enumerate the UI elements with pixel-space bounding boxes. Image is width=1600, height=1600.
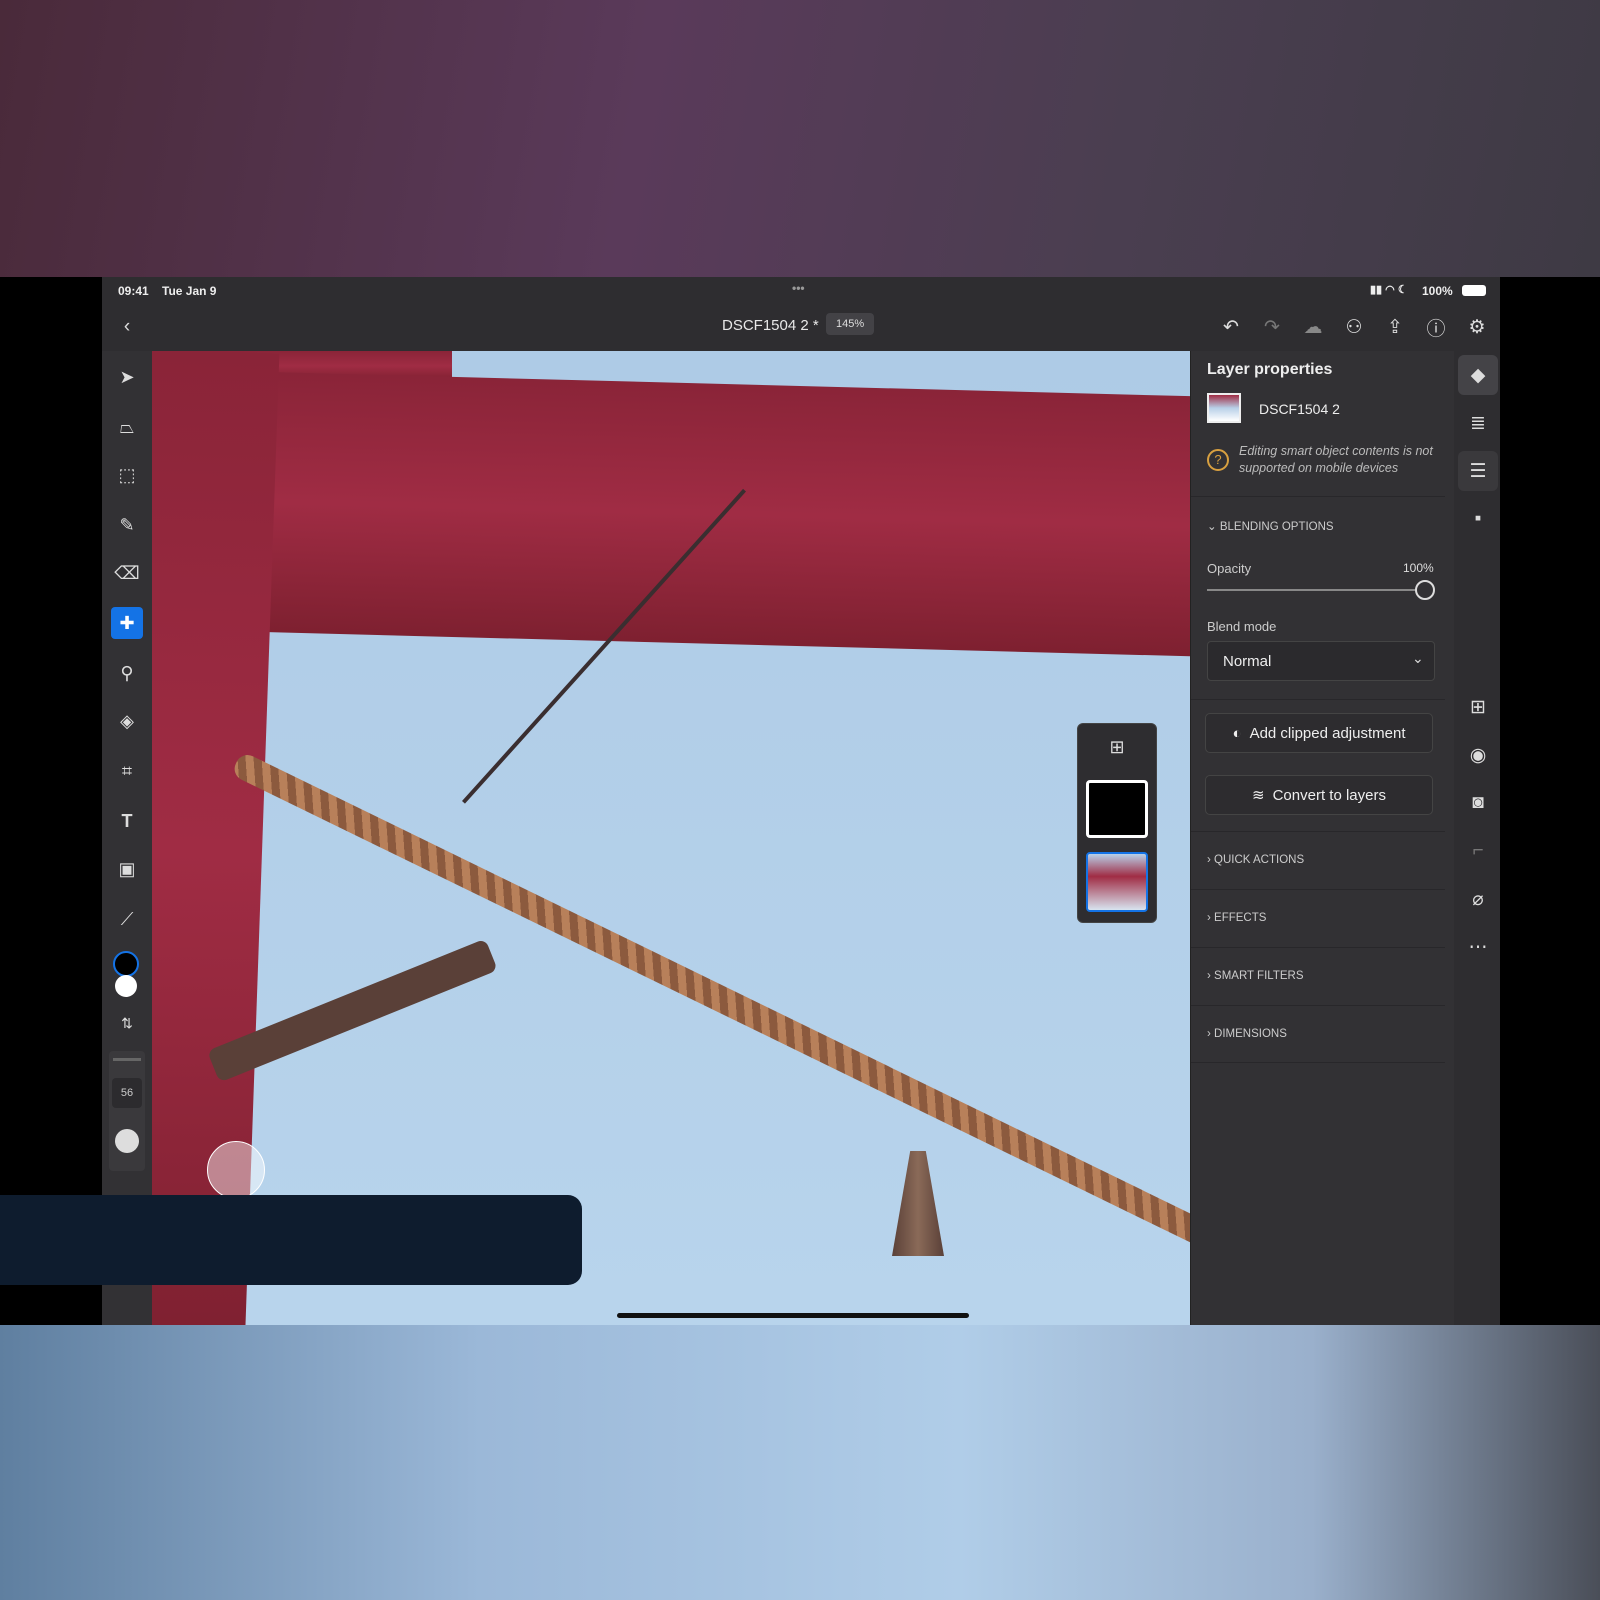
opacity-slider[interactable] xyxy=(1207,589,1427,591)
opacity-slider-handle[interactable] xyxy=(1415,580,1435,600)
left-toolbar: ➤ ⏢ ⬚ ✎ ⌫ ✚ ⚲ ◈ ⌗ T ▣ ⟋ ⇅ 56 xyxy=(102,351,152,1325)
chevron-right-icon: › xyxy=(1207,970,1215,982)
place-image-icon[interactable]: ▣ xyxy=(111,853,143,885)
add-layer-icon[interactable]: ⊞ xyxy=(1458,687,1498,727)
help-icon[interactable]: ⓘ xyxy=(1423,314,1449,340)
panel-title: Layer properties xyxy=(1207,361,1333,378)
adjustment-icon: ◐ xyxy=(1232,724,1242,742)
selection-icon[interactable]: ⬚ xyxy=(111,459,143,491)
blend-mode-value: Normal xyxy=(1223,653,1272,670)
caption-overlay xyxy=(0,1195,582,1285)
invite-user-icon[interactable]: ⚇ xyxy=(1341,314,1367,340)
chevron-right-icon: › xyxy=(1207,1028,1215,1040)
eraser-layer-icon[interactable]: ⌀ xyxy=(1458,879,1498,919)
healing-brush-icon[interactable]: ✚ xyxy=(111,607,143,639)
redo-icon[interactable]: ↷ xyxy=(1259,314,1285,340)
blend-mode-label: Blend mode xyxy=(1207,619,1277,634)
chevron-left-icon[interactable]: ‹ xyxy=(114,314,140,340)
eyedropper-icon[interactable]: ⟋ xyxy=(111,903,143,935)
crop-icon[interactable]: ⌗ xyxy=(111,755,143,787)
select-arrow-icon[interactable]: ➤ xyxy=(111,361,143,393)
layer-name: DSCF1504 2 xyxy=(1259,401,1340,417)
brush-icon[interactable]: ✎ xyxy=(111,509,143,541)
layer-properties-panel: Layer properties DSCF1504 2 ? Editing sm… xyxy=(1190,351,1454,1325)
brush-size-slider[interactable] xyxy=(113,1058,141,1061)
warning-icon: ? xyxy=(1207,449,1229,471)
signal-wifi-icon: ▮▮ ◠ ☾ xyxy=(1370,284,1408,296)
brush-settings-group: 56 xyxy=(109,1051,145,1171)
visibility-icon[interactable]: ◉ xyxy=(1458,735,1498,775)
add-clipped-adjustment-button[interactable]: ◐ Add clipped adjustment xyxy=(1205,713,1433,753)
chevron-down-icon: ⌄ xyxy=(1412,650,1424,666)
brush-cursor[interactable] xyxy=(207,1141,265,1199)
ipad-screen: 09:41 Tue Jan 9 ••• ▮▮ ◠ ☾ 100% ‹ DSCF15… xyxy=(102,277,1500,1325)
background-color-swatch[interactable] xyxy=(115,975,137,997)
add-layer-icon[interactable]: ⊞ xyxy=(1104,734,1130,760)
more-icon[interactable]: ⋯ xyxy=(1458,927,1498,967)
mask-icon[interactable]: ◙ xyxy=(1458,783,1498,823)
swap-colors-icon[interactable]: ⇅ xyxy=(111,1007,143,1039)
comment-icon[interactable]: ▪ xyxy=(1458,499,1498,539)
top-bar: ‹ DSCF1504 2 * 145% ↶ ↷ ☁ ⚇ ⇪ ⓘ ⚙ xyxy=(102,305,1500,351)
battery-icon xyxy=(1462,285,1486,296)
layer-thumbnail-image[interactable] xyxy=(1086,852,1148,912)
layer-thumbnail xyxy=(1207,393,1241,423)
home-indicator[interactable] xyxy=(617,1313,969,1318)
zoom-level[interactable]: 145% xyxy=(826,313,875,335)
mini-layers-panel: ⊞ xyxy=(1077,723,1157,923)
blurred-background-bottom xyxy=(0,1325,1600,1600)
chevron-right-icon: › xyxy=(1207,912,1215,924)
clip-icon[interactable]: ⌐ xyxy=(1458,831,1498,871)
effects-section[interactable]: › EFFECTS xyxy=(1191,889,1445,947)
status-bar: 09:41 Tue Jan 9 ••• ▮▮ ◠ ☾ 100% xyxy=(102,277,1500,305)
convert-to-layers-button[interactable]: ≋ Convert to layers xyxy=(1205,775,1433,815)
divider xyxy=(1191,699,1445,700)
layers-icon[interactable]: ◆ xyxy=(1458,355,1498,395)
layer-stack-icon[interactable]: ≣ xyxy=(1458,403,1498,443)
gear-icon[interactable]: ⚙ xyxy=(1464,314,1490,340)
warning-text: Editing smart object contents is not sup… xyxy=(1239,444,1433,475)
status-date: Tue Jan 9 xyxy=(162,284,217,298)
type-icon[interactable]: T xyxy=(111,805,143,837)
blend-mode-dropdown[interactable]: Normal ⌄ xyxy=(1207,641,1435,681)
share-icon[interactable]: ⇪ xyxy=(1382,314,1408,340)
cloud-icon[interactable]: ☁ xyxy=(1300,314,1326,340)
image-canvas[interactable]: ⊞ xyxy=(152,351,1190,1325)
brush-size-value[interactable]: 56 xyxy=(112,1078,142,1108)
multitask-dots[interactable]: ••• xyxy=(792,281,805,295)
torii-crossbeam xyxy=(152,369,1190,658)
chevron-right-icon: › xyxy=(1207,854,1215,866)
dimensions-section[interactable]: › DIMENSIONS xyxy=(1191,1005,1445,1063)
blurred-background-top xyxy=(0,0,1600,277)
rope-tassel xyxy=(892,1151,944,1256)
undo-icon[interactable]: ↶ xyxy=(1218,314,1244,340)
clone-stamp-icon[interactable]: ⚲ xyxy=(111,657,143,689)
opacity-value: 100% xyxy=(1403,561,1434,575)
right-icon-rail: ◆ ≣ ☰ ▪ ⊞ ◉ ◙ ⌐ ⌀ ⋯ xyxy=(1454,351,1500,1325)
document-title: DSCF1504 2 * xyxy=(722,317,819,334)
layer-thumbnail-mask[interactable] xyxy=(1086,780,1148,838)
paint-bucket-icon[interactable]: ◈ xyxy=(111,705,143,737)
opacity-label: Opacity xyxy=(1207,561,1252,576)
properties-icon[interactable]: ☰ xyxy=(1458,451,1498,491)
battery-level: 100% xyxy=(1422,284,1453,298)
layers-icon: ≋ xyxy=(1252,787,1265,804)
eraser-icon[interactable]: ⌫ xyxy=(111,557,143,589)
smart-filters-section[interactable]: › SMART FILTERS xyxy=(1191,947,1445,1005)
brush-hardness-icon[interactable] xyxy=(115,1129,139,1153)
transform-icon[interactable]: ⏢ xyxy=(111,411,143,443)
quick-actions-section[interactable]: › QUICK ACTIONS xyxy=(1191,831,1445,889)
foreground-color-swatch[interactable] xyxy=(113,951,139,977)
status-time: 09:41 xyxy=(118,284,149,298)
chevron-down-icon: ⌄ xyxy=(1207,521,1220,533)
